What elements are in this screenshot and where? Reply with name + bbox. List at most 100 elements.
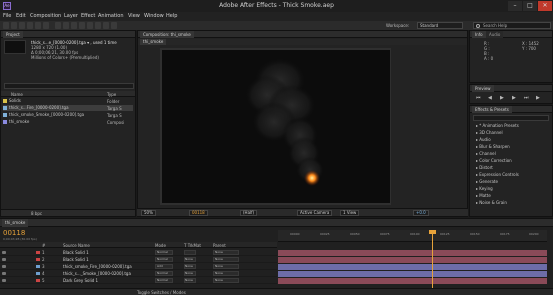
effects-category[interactable]: ▸ Noise & Grain xyxy=(476,200,507,205)
zoom-tool-icon[interactable] xyxy=(19,22,25,29)
effects-category[interactable]: ▸ 3D Channel xyxy=(476,130,503,135)
layer-label-color[interactable] xyxy=(36,279,40,282)
layer-parent-select[interactable]: None xyxy=(213,278,239,283)
layer-row[interactable]: 2 Black Solid 1 Normal None None xyxy=(0,256,277,263)
puppet-tool-icon[interactable] xyxy=(111,22,117,29)
project-item[interactable]: thick_smoke_Smoke_[0000-0200].tga xyxy=(3,112,84,118)
bit-depth-button[interactable]: 8 bpc xyxy=(31,211,42,216)
rotate-tool-icon[interactable] xyxy=(27,22,33,29)
next-frame-icon[interactable]: ▶ xyxy=(512,95,516,101)
layer-duration-bar[interactable] xyxy=(278,271,547,277)
pen-tool-icon[interactable] xyxy=(63,22,69,29)
layer-mode-select[interactable]: Normal xyxy=(155,250,173,255)
effects-category[interactable]: ▸ Color Correction xyxy=(476,158,512,163)
menu-file[interactable]: File xyxy=(3,13,11,19)
effects-category[interactable]: ▸ Distort xyxy=(476,165,493,170)
rectangle-tool-icon[interactable] xyxy=(55,22,61,29)
layer-row[interactable]: 3 thick_smoke_Fire_[0000-0200].tga Add N… xyxy=(0,263,277,270)
visibility-toggle-icon[interactable] xyxy=(2,251,6,254)
layer-name[interactable]: Dark Grey Solid 1 xyxy=(63,278,98,283)
layer-label-color[interactable] xyxy=(36,272,40,275)
tab-effects-presets[interactable]: Effects & Presets xyxy=(472,106,512,113)
effects-category[interactable]: ▸ Channel xyxy=(476,151,496,156)
layer-trkmat-select[interactable] xyxy=(184,250,196,255)
effects-category[interactable]: ▸ Generate xyxy=(476,179,498,184)
layer-label-color[interactable] xyxy=(36,251,40,254)
maximize-button[interactable]: □ xyxy=(523,1,537,11)
hand-tool-icon[interactable] xyxy=(11,22,17,29)
visibility-toggle-icon[interactable] xyxy=(2,279,6,282)
tab-timeline[interactable]: thi_smoke xyxy=(2,219,29,227)
layer-trkmat-select[interactable]: None xyxy=(184,257,196,262)
effects-search-input[interactable] xyxy=(473,115,549,121)
col-source-name[interactable]: Source Name xyxy=(63,243,90,248)
menu-composition[interactable]: Composition xyxy=(30,13,61,19)
prev-frame-icon[interactable]: ◀ xyxy=(488,95,492,101)
project-item[interactable]: thi_smoke xyxy=(3,119,29,125)
brush-tool-icon[interactable] xyxy=(79,22,85,29)
layer-mode-select[interactable]: Normal xyxy=(155,271,173,276)
layer-parent-select[interactable]: None xyxy=(213,250,239,255)
layer-mode-select[interactable]: Normal xyxy=(155,257,173,262)
project-col-name[interactable]: Name xyxy=(11,92,23,97)
eraser-tool-icon[interactable] xyxy=(95,22,101,29)
layer-duration-bar[interactable] xyxy=(278,264,547,270)
ram-preview-icon[interactable]: ▶ xyxy=(536,95,540,101)
project-col-type[interactable]: Type xyxy=(107,92,116,97)
tab-audio[interactable]: Audio xyxy=(486,31,504,38)
layer-trkmat-select[interactable]: None xyxy=(184,278,196,283)
layer-name[interactable]: thick_s..._Smoke_[0000-0200].tga xyxy=(63,271,131,276)
layer-mode-select[interactable]: Add xyxy=(155,264,173,269)
resolution-select[interactable]: (Half) xyxy=(240,210,258,216)
col-mode[interactable]: Mode xyxy=(155,243,166,248)
menu-animation[interactable]: Animation xyxy=(98,13,124,19)
layer-trkmat-select[interactable]: None xyxy=(184,271,196,276)
layer-name[interactable]: thick_smoke_Fire_[0000-0200].tga xyxy=(63,264,132,269)
selection-tool-icon[interactable] xyxy=(3,22,9,29)
visibility-toggle-icon[interactable] xyxy=(2,258,6,261)
workspace-select[interactable]: Standard xyxy=(417,22,463,29)
layer-parent-select[interactable]: None xyxy=(213,271,239,276)
camera-tool-icon[interactable] xyxy=(35,22,41,29)
search-help-input[interactable]: Search Help xyxy=(473,22,551,29)
time-ruler[interactable]: 00000 00025 00050 00075 00100 00125 0015… xyxy=(278,230,547,242)
last-frame-icon[interactable]: ⏭ xyxy=(524,95,529,101)
effects-category[interactable]: ▸ Expression Controls xyxy=(476,172,519,177)
zoom-select[interactable]: 50% xyxy=(141,210,156,216)
tab-preview[interactable]: Preview xyxy=(472,85,494,92)
tab-project[interactable]: Project xyxy=(3,31,23,38)
col-trkmat[interactable]: T TrkMat xyxy=(184,243,201,248)
type-tool-icon[interactable] xyxy=(71,22,77,29)
layer-duration-bar[interactable] xyxy=(278,278,547,284)
menu-view[interactable]: View xyxy=(128,13,140,19)
layer-duration-bar[interactable] xyxy=(278,257,547,263)
effects-category[interactable]: ▸ Blur & Sharpen xyxy=(476,144,510,149)
layer-name[interactable]: Black Solid 1 xyxy=(63,257,89,262)
menu-edit[interactable]: Edit xyxy=(16,13,26,19)
menu-layer[interactable]: Layer xyxy=(64,13,78,19)
first-frame-icon[interactable]: ⏮ xyxy=(476,95,481,101)
roto-brush-tool-icon[interactable] xyxy=(103,22,109,29)
layer-row[interactable]: 5 Dark Grey Solid 1 Normal None None xyxy=(0,277,277,284)
toggle-switches-modes-button[interactable]: Toggle Switches / Modes xyxy=(137,290,186,295)
effects-category[interactable]: ▸ Keying xyxy=(476,186,493,191)
effects-category[interactable]: ▸ Audio xyxy=(476,137,491,142)
project-item[interactable]: Solids xyxy=(3,98,21,104)
minimize-button[interactable]: – xyxy=(508,1,522,11)
menu-effect[interactable]: Effect xyxy=(81,13,95,19)
clone-stamp-tool-icon[interactable] xyxy=(87,22,93,29)
effects-category[interactable]: ▸ Matte xyxy=(476,193,491,198)
tab-info[interactable]: Info xyxy=(472,31,486,38)
layer-label-color[interactable] xyxy=(36,258,40,261)
views-select[interactable]: 1 View xyxy=(340,210,360,216)
layer-trkmat-select[interactable]: None xyxy=(184,264,196,269)
layer-row[interactable]: 1 Black Solid 1 Normal None xyxy=(0,249,277,256)
col-parent[interactable]: Parent xyxy=(213,243,226,248)
comp-subtab[interactable]: thi_smoke xyxy=(140,39,167,45)
close-button[interactable]: ✕ xyxy=(538,1,552,11)
menu-help[interactable]: Help xyxy=(166,13,177,19)
current-time-field[interactable]: 00118 xyxy=(189,210,208,216)
play-icon[interactable]: ▶ xyxy=(500,95,504,101)
layer-duration-bar[interactable] xyxy=(278,250,547,256)
visibility-toggle-icon[interactable] xyxy=(2,265,6,268)
